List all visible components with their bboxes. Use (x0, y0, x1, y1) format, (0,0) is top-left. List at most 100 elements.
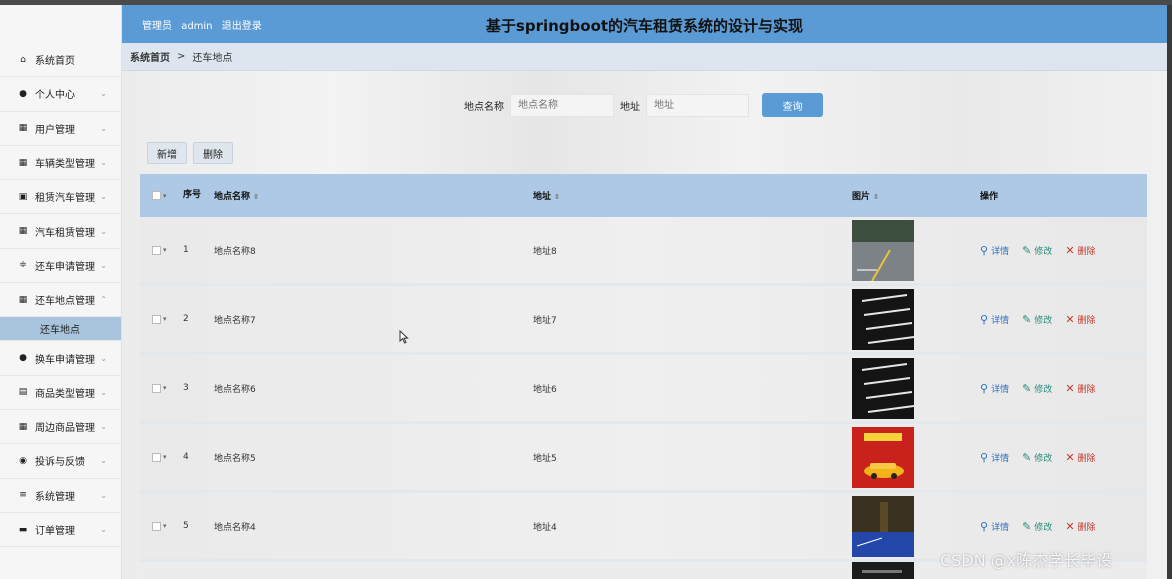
detail-button[interactable]: ⚲ 详情 (980, 244, 1009, 257)
person-icon: ● (19, 353, 27, 364)
pencil-icon: ✎ (1022, 381, 1032, 395)
sort-icon: ⇳ (873, 193, 879, 201)
row-image-cell (852, 357, 975, 419)
detail-button[interactable]: ⚲ 详情 (980, 451, 1009, 464)
search-button[interactable]: 查询 (762, 93, 823, 117)
row-select-cell: ▾ (140, 521, 176, 531)
delete-button[interactable]: ✕ 删除 (1065, 520, 1095, 533)
sidebar-item-label: 用户管理 (35, 124, 75, 136)
row-address: 地址7 (533, 315, 557, 326)
breadcrumb: 系统首页 > 还车地点 (122, 43, 1167, 71)
row-image-cell (852, 426, 975, 488)
search-icon: ⚲ (980, 312, 989, 326)
delete-button[interactable]: ✕ 删除 (1065, 382, 1095, 395)
detail-label: 详情 (991, 453, 1010, 464)
chevron-down-icon: ⌄ (100, 158, 107, 168)
detail-button[interactable]: ⚲ 详情 (980, 313, 1009, 326)
sidebar-item[interactable]: ⌂ 系统首页 (0, 43, 121, 78)
search-icon: ⚲ (980, 450, 989, 464)
edit-button[interactable]: ✎ 修改 (1022, 244, 1052, 257)
menu-icon: ≡ (19, 490, 27, 501)
row-checkbox[interactable] (152, 314, 161, 324)
sidebar-item[interactable]: ▬ 订单管理 ⌄ (0, 513, 121, 548)
sidebar-item-label: 商品类型管理 (35, 388, 95, 400)
row-actions: ⚲ 详情 ✎ 修改 ✕ 删除 (975, 313, 1147, 326)
row-checkbox[interactable] (152, 245, 161, 255)
sidebar-item-label: 还车地点管理 (35, 296, 95, 308)
name-search-input[interactable] (510, 93, 614, 117)
home-icon: ⌂ (20, 54, 26, 65)
detail-label: 详情 (991, 315, 1010, 326)
sidebar-item[interactable]: ▦ 周边商品管理 ⌄ (0, 410, 121, 445)
header-address[interactable]: 地址 ⇳ (533, 189, 852, 202)
chevron-down-icon: ⌄ (100, 353, 107, 363)
table-header: ▾ 序号 地点名称 ⇳ 地址 ⇳ 图片 ⇳ 操作 (140, 174, 1147, 217)
row-image-cell (852, 219, 975, 281)
delete-button[interactable]: ✕ 删除 (1065, 451, 1095, 464)
detail-button[interactable]: ⚲ 详情 (980, 520, 1009, 533)
breadcrumb-home[interactable]: 系统首页 (130, 49, 170, 64)
close-icon: ✕ (1065, 381, 1075, 395)
sidebar-item[interactable]: ▦ 用户管理 ⌄ (0, 112, 121, 146)
sidebar-item-label: 系统首页 (35, 56, 75, 68)
edit-button[interactable]: ✎ 修改 (1022, 520, 1052, 533)
grid-icon: ▦ (18, 123, 28, 134)
locations-table: ▾ 序号 地点名称 ⇳ 地址 ⇳ 图片 ⇳ 操作 ▾ 1 地点名称8 地址8 ⚲ 详情 ✎ 修改 ✕ 删… (140, 174, 1147, 579)
sidebar-item[interactable]: ▦ 还车地点管理 ⌃ (0, 283, 121, 318)
row-actions: ⚲ 详情 ✎ 修改 ✕ 删除 (975, 520, 1147, 533)
sidebar-item[interactable]: ● 个人中心 ⌄ (0, 77, 121, 112)
window-right-edge (1167, 5, 1172, 579)
sidebar-item-label: 换车申请管理 (35, 354, 95, 366)
table-row: ▾ 2 地点名称7 地址7 ⚲ 详情 ✎ 修改 ✕ 删除 (140, 286, 1147, 355)
pencil-icon: ✎ (1022, 312, 1032, 326)
sidebar-item[interactable]: ● 换车申请管理 ⌄ (0, 341, 121, 376)
sidebar-item[interactable]: ▤ 商品类型管理 ⌄ (0, 376, 121, 410)
delete-button[interactable]: ✕ 删除 (1065, 313, 1095, 326)
grid-icon: ▦ (18, 226, 28, 237)
sidebar-item[interactable]: ≡ 系统管理 ⌄ (0, 479, 121, 513)
edit-button[interactable]: ✎ 修改 (1022, 451, 1052, 464)
chevron-down-icon: ▾ (163, 246, 167, 254)
sidebar-item[interactable]: ◉ 投诉与反馈 ⌄ (0, 444, 121, 479)
table-row: ▾ 4 地点名称5 地址5 ⚲ 详情 ✎ 修改 ✕ 删除 (140, 424, 1147, 493)
person-icon: ● (19, 88, 27, 99)
row-checkbox[interactable] (152, 452, 161, 462)
chevron-down-icon: ▾ (163, 522, 167, 530)
edit-button[interactable]: ✎ 修改 (1022, 313, 1052, 326)
row-checkbox[interactable] (152, 383, 161, 393)
add-button[interactable]: 新增 (147, 142, 187, 164)
row-index: 4 (183, 451, 189, 462)
sidebar-subitem-return-location[interactable]: 还车地点 (0, 317, 121, 342)
sidebar-item-label: 周边商品管理 (35, 423, 95, 435)
sidebar-item-label: 系统管理 (35, 491, 75, 503)
chevron-down-icon: ▾ (163, 315, 167, 323)
sidebar-header-blank (0, 5, 122, 43)
row-select-cell: ▾ (140, 452, 176, 462)
detail-button[interactable]: ⚲ 详情 (980, 382, 1009, 395)
edit-label: 修改 (1034, 522, 1053, 533)
row-name: 地点名称7 (214, 315, 256, 326)
header-image[interactable]: 图片 ⇳ (852, 189, 975, 202)
address-search-input[interactable] (646, 93, 749, 117)
printer-icon: ▬ (18, 524, 28, 535)
row-checkbox[interactable] (152, 521, 161, 531)
detail-label: 详情 (991, 384, 1010, 395)
sidebar-item[interactable]: ▣ 租赁汽车管理 ⌄ (0, 180, 121, 215)
sidebar-item[interactable]: ▦ 车辆类型管理 ⌄ (0, 146, 121, 181)
sidebar-item[interactable]: ▦ 汽车租赁管理 ⌄ (0, 214, 121, 249)
select-all-checkbox[interactable] (152, 191, 161, 200)
chevron-down-icon: ▾ (163, 453, 167, 461)
address-search-label: 地址 (620, 101, 640, 113)
parking-lines-dark-photo-thumbnail (852, 357, 914, 419)
header-address-label: 地址 (533, 192, 552, 202)
batch-delete-button[interactable]: 删除 (193, 142, 233, 164)
row-actions: ⚲ 详情 ✎ 修改 ✕ 删除 (975, 382, 1147, 395)
delete-button[interactable]: ✕ 删除 (1065, 244, 1095, 257)
edit-button[interactable]: ✎ 修改 (1022, 382, 1052, 395)
close-icon: ✕ (1065, 243, 1075, 257)
close-icon: ✕ (1065, 312, 1075, 326)
sidebar-item[interactable]: ≑ 还车申请管理 ⌄ (0, 249, 121, 284)
row-index: 2 (183, 313, 189, 324)
header-name[interactable]: 地点名称 ⇳ (214, 189, 533, 202)
row-name: 地点名称5 (214, 453, 256, 464)
